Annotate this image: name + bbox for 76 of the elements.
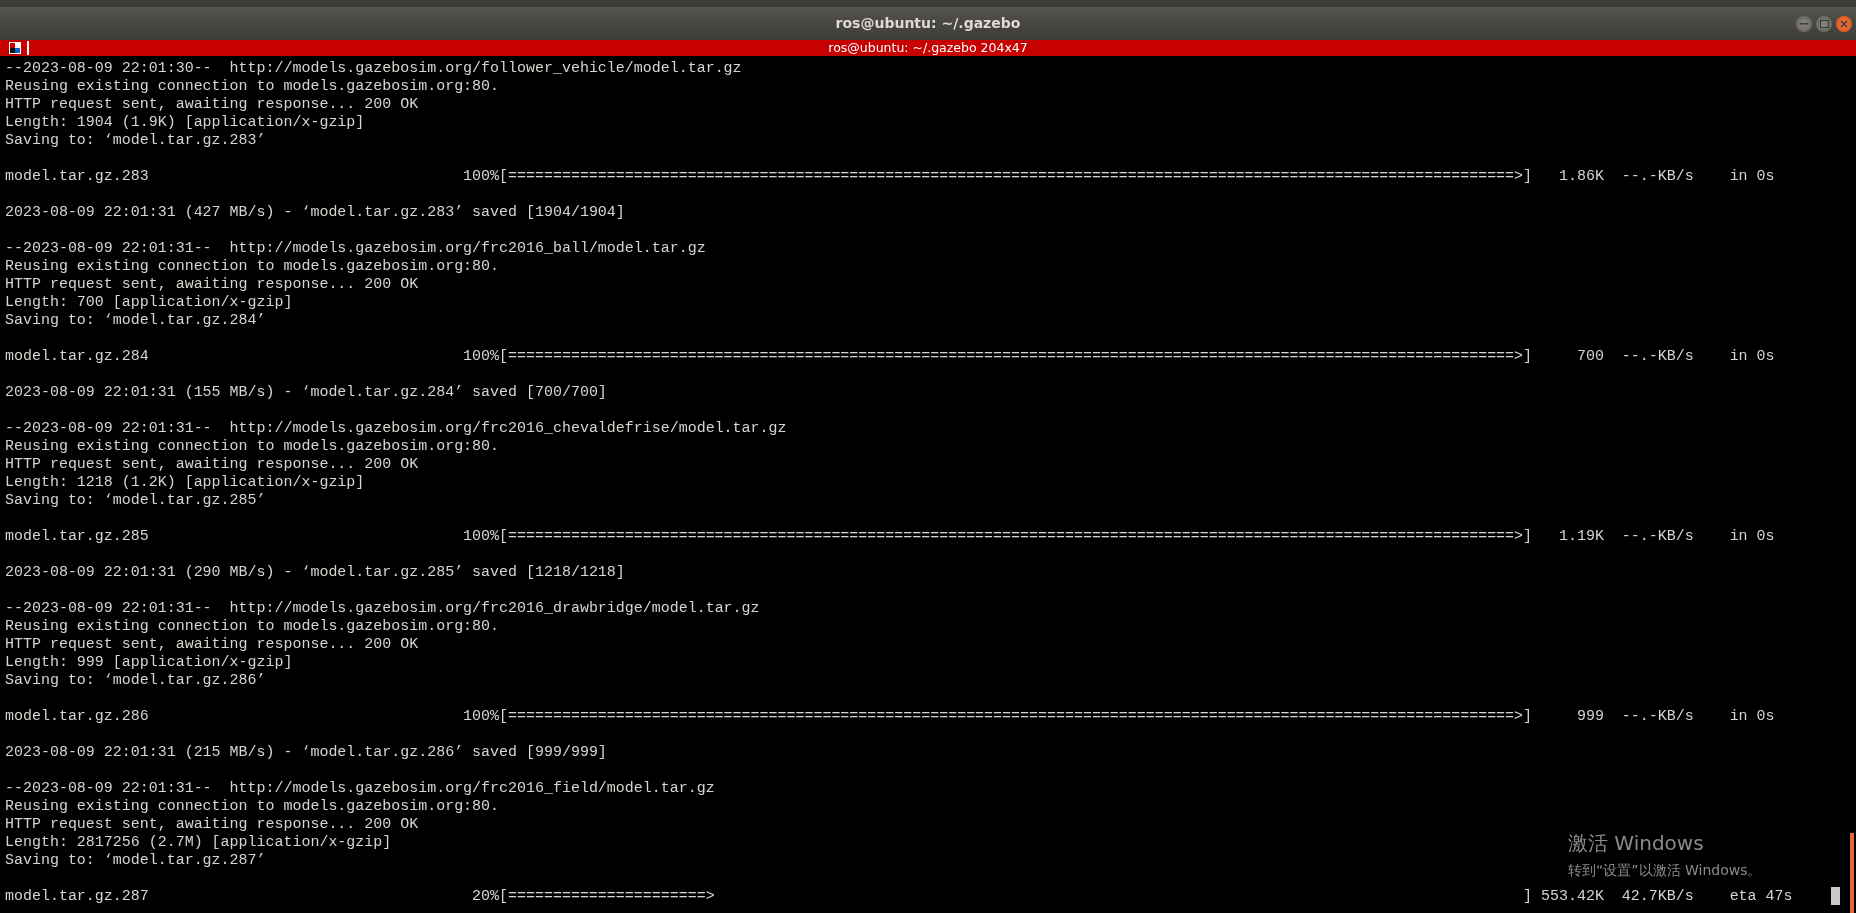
terminal-line: Reusing existing connection to models.gazebosim.org:80. [5,77,500,95]
download-rate: --.-KB/s [1621,707,1694,725]
download-time: in 0s [1729,347,1775,365]
progress-bar-end: ] [1523,707,1533,725]
terminal-line: HTTP request sent, awaiting response... 200 OK [5,455,419,473]
terminal-line: Length: 999 [application/x-gzip] [5,653,293,671]
terminal-line: --2023-08-09 22:01:31-- http://models.gazebosim.org/frc2016_field/model.tar.gz [5,779,715,797]
terminal-line: 2023-08-09 22:01:31 (155 MB/s) - ‘model.tar.gz.284’ saved [700/700] [5,383,607,401]
progress-percent: 100% [463,167,500,185]
progress-percent: 100% [463,707,500,725]
progress-bar-end: ] [1523,887,1533,905]
minimize-icon [1800,22,1808,25]
terminal-line: 2023-08-09 22:01:31 (427 MB/s) - ‘model.tar.gz.283’ saved [1904/1904] [5,203,625,221]
maximize-icon [1819,19,1829,28]
download-time: in 0s [1729,707,1775,725]
activation-title: 激活 Windows [1568,830,1705,857]
terminal-line: HTTP request sent, awaiting response... 200 OK [5,95,419,113]
terminal-line: --2023-08-09 22:01:30-- http://models.gazebosim.org/follower_vehicle/model.tar.gz [5,59,742,77]
terminal-line: Saving to: ‘model.tar.gz.287’ [5,851,266,869]
scrollbar-thumb[interactable] [1850,833,1854,913]
progress-percent: 20% [471,887,500,905]
terminal-line: Saving to: ‘model.tar.gz.286’ [5,671,266,689]
downloaded-size: 1.19K [1557,527,1604,545]
activation-text: 转到“设置”以激活 Windows。 [1568,861,1762,880]
window-title: ros@ubuntu: ~/.gazebo [835,14,1021,33]
terminal-line: Saving to: ‘model.tar.gz.285’ [5,491,266,509]
terminal-line: Saving to: ‘model.tar.gz.283’ [5,131,266,149]
terminal-line: HTTP request sent, awaiting response... 200 OK [5,275,419,293]
terminal-line: Reusing existing connection to models.gazebosim.org:80. [5,797,500,815]
progress-bar-text: [================================================================================================================> [499,347,1524,365]
terminal-title: ros@ubuntu: ~/.gazebo 204x47 [828,40,1028,56]
terminal-line: --2023-08-09 22:01:31-- http://models.gazebosim.org/frc2016_ball/model.tar.gz [5,239,706,257]
progress-bar-end: ] [1523,347,1533,365]
progress-bar-text: [======================> [499,887,716,905]
minimize-button[interactable] [1796,15,1812,32]
progress-bar-end: ] [1523,527,1533,545]
close-icon [1840,19,1848,28]
file-name: model.tar.gz.283 [5,167,150,185]
terminal-line: Length: 2817256 (2.7M) [application/x-gzip] [5,833,392,851]
progress-bar-text: [================================================================================================================> [499,167,1524,185]
download-rate: --.-KB/s [1621,527,1694,545]
terminal-line: 2023-08-09 22:01:31 (215 MB/s) - ‘model.tar.gz.286’ saved [999/999] [5,743,607,761]
progress-percent: 100% [463,527,500,545]
download-rate: --.-KB/s [1621,347,1694,365]
terminal-line: Length: 1218 (1.2K) [application/x-gzip] [5,473,365,491]
terminal-line: Reusing existing connection to models.gazebosim.org:80. [5,437,500,455]
file-name: model.tar.gz.287 [5,887,150,905]
terminal-line: Reusing existing connection to models.gazebosim.org:80. [5,257,500,275]
terminal-line: Saving to: ‘model.tar.gz.284’ [5,311,266,329]
download-time: in 0s [1729,167,1775,185]
download-time: in 0s [1729,527,1775,545]
file-name: model.tar.gz.284 [5,347,150,365]
progress-percent: 100% [463,347,500,365]
close-button[interactable] [1836,15,1852,32]
terminal-line: Length: 1904 (1.9K) [application/x-gzip] [5,113,365,131]
downloaded-size: 553.42K [1540,887,1604,905]
terminal-line: --2023-08-09 22:01:31-- http://models.gazebosim.org/frc2016_drawbridge/model.tar.gz [5,599,760,617]
terminal-line: --2023-08-09 22:01:31-- http://models.gazebosim.org/frc2016_chevaldefrise/model.tar.gz [5,419,787,437]
downloaded-size: 999 [1575,707,1604,725]
terminal-line: HTTP request sent, awaiting response... 200 OK [5,635,419,653]
download-rate: --.-KB/s [1621,167,1694,185]
file-name: model.tar.gz.285 [5,527,150,545]
download-rate: 42.7KB/s [1621,887,1694,905]
maximize-button[interactable] [1816,15,1832,32]
progress-bar-text: [================================================================================================================> [499,707,1524,725]
terminal-line: 2023-08-09 22:01:31 (290 MB/s) - ‘model.tar.gz.285’ saved [1218/1218] [5,563,625,581]
terminal-line: HTTP request sent, awaiting response... 200 OK [5,815,419,833]
terminal-cursor [1831,887,1840,905]
terminal-line: Reusing existing connection to models.gazebosim.org:80. [5,617,500,635]
download-time: eta 47s [1729,887,1793,905]
terminal-line: Length: 700 [application/x-gzip] [5,293,293,311]
progress-bar-text: [================================================================================================================> [499,527,1524,545]
file-name: model.tar.gz.286 [5,707,150,725]
progress-bar-end: ] [1523,167,1533,185]
downloaded-size: 1.86K [1557,167,1604,185]
downloaded-size: 700 [1575,347,1604,365]
